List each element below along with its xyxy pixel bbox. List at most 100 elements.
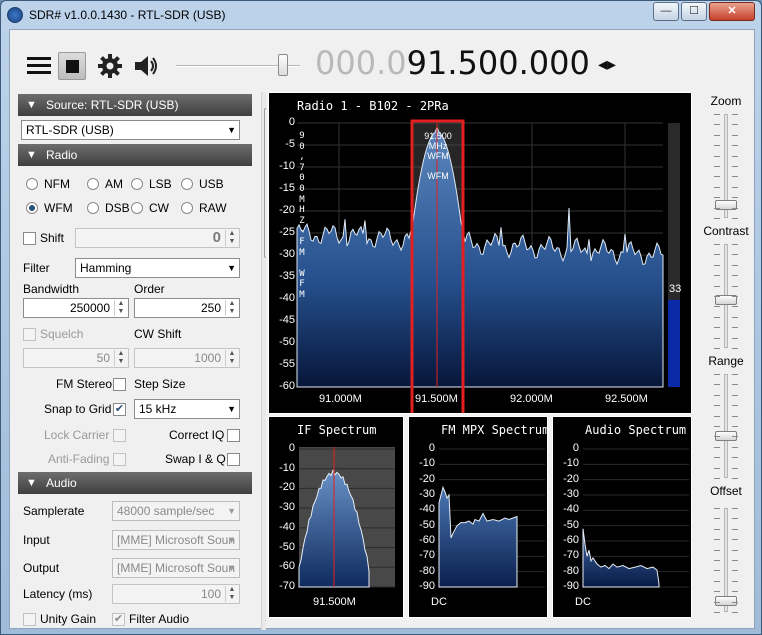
radio-section-header[interactable]: ▼ Radio <box>18 144 252 166</box>
level-meter-fill <box>668 299 680 387</box>
menu-icon[interactable] <box>25 52 53 80</box>
swapiq-checkbox[interactable] <box>227 453 240 466</box>
source-section-header[interactable]: ▼ Source: RTL-SDR (USB) <box>18 94 252 116</box>
filteraudio-label: Filter Audio <box>129 612 190 626</box>
spinner-icon[interactable]: ▲ ▼ <box>225 350 238 366</box>
slider-tick <box>732 394 738 396</box>
mode-am-radio[interactable]: AM <box>87 176 123 192</box>
mode-raw-radio[interactable]: RAW <box>181 200 227 216</box>
unitygain-checkbox[interactable] <box>23 613 36 626</box>
range-slider[interactable] <box>724 374 728 478</box>
window-title: SDR# v1.0.0.1430 - RTL-SDR (USB) <box>29 8 226 22</box>
mode-wfm-radio[interactable]: WFM <box>26 200 73 216</box>
shift-value-field[interactable]: 0 ▲ ▼ <box>75 228 240 248</box>
slider-tick <box>714 124 720 126</box>
bandwidth-field[interactable]: 250000 ▲ ▼ <box>23 298 129 318</box>
slider-tick <box>714 264 720 266</box>
slider-tick <box>714 155 720 157</box>
volume-slider-thumb[interactable] <box>278 54 288 76</box>
slider-tick <box>714 348 720 349</box>
slider-tick <box>732 348 738 349</box>
shift-label: Shift <box>40 231 65 245</box>
if-y-tick: -30 <box>279 501 295 514</box>
stepsize-select[interactable]: 15 kHz ▼ <box>134 399 240 419</box>
spinner-icon[interactable]: ▲ ▼ <box>225 300 238 316</box>
slider-tick <box>732 285 738 287</box>
main-y-tick: -20 <box>279 204 295 216</box>
control-panel-scrollbar[interactable]: ▲ ▼ <box>261 92 266 630</box>
audio-header-label: Audio <box>46 476 77 490</box>
output-select[interactable]: [MME] Microsoft Soun ▼ <box>112 558 240 578</box>
bandwidth-value: 250000 <box>69 301 110 315</box>
order-field[interactable]: 250 ▲ ▼ <box>134 298 240 318</box>
spinner-icon[interactable]: ▲ ▼ <box>225 586 238 602</box>
dropdown-arrow-icon: ▼ <box>227 535 236 545</box>
slider-tick <box>732 337 738 339</box>
dropdown-arrow-icon: ▼ <box>227 563 236 573</box>
antifading-checkbox[interactable] <box>113 453 126 466</box>
mode-nfm-radio[interactable]: NFM <box>26 176 70 192</box>
snap-checkbox[interactable]: ✔ <box>113 403 126 416</box>
frequency-display[interactable]: 000.091.500.000 <box>315 44 590 82</box>
mode-lsb-radio[interactable]: LSB <box>131 176 172 192</box>
scrollbar-thumb[interactable] <box>264 108 266 258</box>
slider-tick <box>732 244 738 245</box>
spinner-icon[interactable]: ▲ ▼ <box>225 230 238 246</box>
output-value: [MME] Microsoft Soun <box>117 561 236 575</box>
squelch-checkbox[interactable] <box>23 328 36 341</box>
stop-button[interactable] <box>58 52 86 80</box>
slider-tick <box>732 306 738 308</box>
mode-cw-radio[interactable]: CW <box>131 200 169 216</box>
squelch-value: 50 <box>96 351 110 365</box>
slider-tick <box>714 296 720 297</box>
latency-field[interactable]: 100 ▲ ▼ <box>112 584 240 604</box>
slider-tick <box>714 560 720 561</box>
slider-tick <box>714 244 720 245</box>
gear-icon[interactable] <box>96 52 124 80</box>
slider-tick <box>714 134 720 136</box>
slider-tick <box>732 405 738 407</box>
mode-usb-radio[interactable]: USB <box>181 176 224 192</box>
spinner-icon[interactable]: ▲ ▼ <box>114 300 127 316</box>
swapiq-label: Swap I & Q <box>165 452 226 466</box>
mode-dsb-radio[interactable]: DSB <box>87 200 130 216</box>
slider-tick <box>714 166 720 167</box>
slider-tick <box>714 591 720 593</box>
fmstereo-checkbox[interactable] <box>113 378 126 391</box>
if-y-tick: 0 <box>288 442 295 454</box>
collapse-icon: ▼ <box>26 477 37 489</box>
main-window: SDR# v1.0.0.1430 - RTL-SDR (USB) — ☐ ✕ 0… <box>0 0 762 635</box>
frequency-step-arrows[interactable]: ◂▸ <box>598 54 616 75</box>
cwshift-field[interactable]: 1000 ▲ ▼ <box>134 348 240 368</box>
correctiq-checkbox[interactable] <box>227 429 240 442</box>
mpx-y-tick: 0 <box>428 442 435 454</box>
scroll-down-icon[interactable]: ▼ <box>264 618 266 627</box>
source-device-select[interactable]: RTL-SDR (USB) ▼ <box>21 120 240 140</box>
audio-section-header[interactable]: ▼ Audio <box>18 472 252 494</box>
spinner-icon[interactable]: ▲ ▼ <box>114 350 127 366</box>
range-label: Range <box>708 354 744 368</box>
maximize-button[interactable]: ☐ <box>681 2 707 21</box>
shift-checkbox[interactable] <box>23 232 36 245</box>
minimize-button[interactable]: — <box>653 2 679 21</box>
speaker-icon[interactable] <box>132 52 160 80</box>
if-spectrum-title: IF Spectrum <box>297 423 377 437</box>
mpx-x-label: DC <box>431 596 447 608</box>
filteraudio-checkbox[interactable]: ✔ <box>112 613 125 626</box>
squelch-field[interactable]: 50 ▲ ▼ <box>23 348 129 368</box>
lockcarrier-checkbox[interactable] <box>113 429 126 442</box>
samplerate-label: Samplerate <box>23 504 85 518</box>
lockcarrier-label: Lock Carrier <box>44 428 110 442</box>
filter-select[interactable]: Hamming ▼ <box>75 258 240 278</box>
mpx-spectrum-panel[interactable]: FM MPX Spectrum DC 0 -10 -20 -30 -40 -50 -60 -7… <box>408 416 549 618</box>
input-select[interactable]: [MME] Microsoft Soun ▼ <box>112 530 240 550</box>
slider-tick <box>732 374 738 375</box>
close-button[interactable]: ✕ <box>709 2 755 21</box>
main-spectrum-panel[interactable]: Radio 1 - B102 - 2PRa 90,700MHZ-FM WFM 9… <box>268 92 692 414</box>
scroll-up-icon[interactable]: ▲ <box>264 94 266 103</box>
samplerate-select[interactable]: 48000 sample/sec ▼ <box>112 501 240 521</box>
title-bar[interactable]: SDR# v1.0.0.1430 - RTL-SDR (USB) — ☐ ✕ <box>1 1 761 29</box>
audio-spectrum-panel[interactable]: Audio Spectrum DC 0 -10 -20 -30 -40 -50 -60 -70… <box>552 416 692 618</box>
slider-tick <box>714 612 720 613</box>
if-spectrum-panel[interactable]: IF Spectrum 91.500M 0 -10 -20 -30 -40 -50 -60 -… <box>268 416 404 618</box>
